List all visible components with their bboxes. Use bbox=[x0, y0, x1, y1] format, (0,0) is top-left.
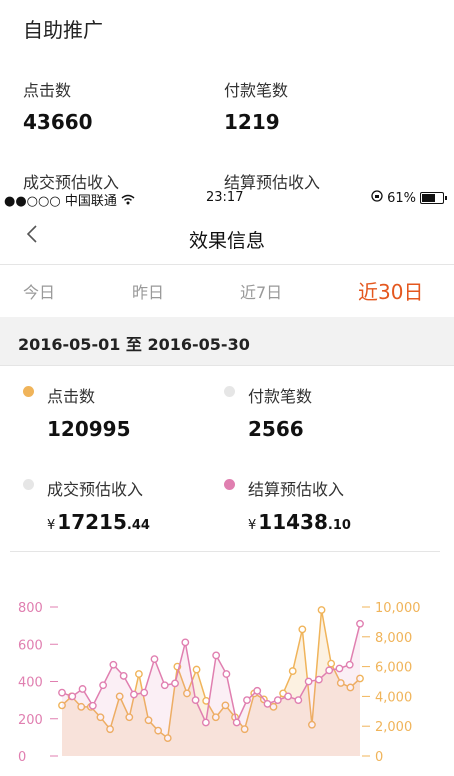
data-point bbox=[58, 688, 66, 697]
tab-yesterday[interactable]: 昨日 bbox=[132, 279, 164, 303]
section-divider bbox=[10, 551, 440, 552]
data-point bbox=[314, 675, 323, 684]
date-range: 2016-05-01 至 2016-05-30 bbox=[18, 335, 250, 354]
data-point bbox=[212, 651, 221, 660]
left-axis-tick-label: 800 bbox=[18, 601, 43, 616]
left-axis-tick-label: 0 bbox=[18, 750, 26, 765]
settle-income-legend-dot bbox=[224, 479, 235, 490]
page-title: 效果信息 bbox=[188, 230, 265, 252]
data-point bbox=[78, 685, 87, 693]
top-clicks-value: 43660 bbox=[23, 110, 93, 134]
battery-icon bbox=[420, 192, 447, 204]
status-bar: ●●○○○ 中国联通 23:17 61% bbox=[0, 188, 454, 210]
wifi-icon bbox=[121, 194, 135, 209]
data-point bbox=[317, 606, 326, 614]
right-axis-tick-label: 6,000 bbox=[375, 661, 412, 676]
date-range-band: 2016-05-01 至 2016-05-30 bbox=[0, 317, 454, 366]
data-point bbox=[222, 670, 231, 678]
data-point bbox=[356, 619, 364, 628]
tab-today[interactable]: 今日 bbox=[23, 279, 55, 303]
left-axis-tick-label: 400 bbox=[18, 676, 43, 691]
right-axis-tick-label: 2,000 bbox=[375, 720, 412, 735]
data-point bbox=[243, 696, 251, 705]
payments-legend-dot bbox=[224, 386, 235, 397]
data-point bbox=[140, 688, 149, 697]
top-payments-label: 付款笔数 bbox=[224, 81, 289, 100]
deal-income-label: 成交预估收入 bbox=[47, 480, 144, 499]
settle-income-label: 结算预估收入 bbox=[248, 480, 345, 499]
left-axis-tick-label: 200 bbox=[18, 713, 43, 728]
data-point bbox=[345, 660, 354, 669]
data-point bbox=[99, 681, 108, 690]
top-clicks-label: 点击数 bbox=[23, 81, 72, 100]
data-point bbox=[191, 696, 200, 705]
data-point bbox=[135, 670, 143, 678]
date-tabs: 今日 昨日 近7日 近30日 bbox=[0, 264, 454, 318]
deal-income-legend-dot bbox=[23, 479, 34, 490]
top-payments-value: 1219 bbox=[224, 110, 280, 134]
data-point bbox=[192, 665, 201, 674]
data-point bbox=[304, 677, 313, 686]
battery-percent: 61% bbox=[387, 190, 416, 206]
status-right: 61% bbox=[371, 190, 447, 206]
data-point bbox=[263, 699, 272, 708]
data-point bbox=[288, 667, 297, 675]
data-point bbox=[171, 679, 179, 688]
top-page-title: 自助推广 bbox=[23, 18, 103, 42]
data-point bbox=[298, 625, 307, 634]
signal-icon: ●●○○○ bbox=[4, 194, 61, 209]
clicks-label: 点击数 bbox=[47, 387, 96, 406]
tab-last-7-days[interactable]: 近7日 bbox=[240, 279, 282, 303]
data-point bbox=[327, 659, 336, 668]
data-point bbox=[273, 696, 282, 705]
payments-label: 付款笔数 bbox=[248, 387, 313, 406]
rotation-lock-icon bbox=[371, 190, 383, 206]
status-left: ●●○○○ 中国联通 bbox=[4, 190, 135, 209]
clicks-legend-dot bbox=[23, 386, 34, 397]
data-point bbox=[68, 692, 77, 701]
tab-last-30-days[interactable]: 近30日 bbox=[358, 276, 423, 305]
data-point bbox=[181, 638, 190, 647]
status-time: 23:17 bbox=[206, 190, 244, 205]
data-point bbox=[201, 718, 210, 727]
data-point bbox=[109, 660, 118, 669]
payments-value: 2566 bbox=[248, 417, 304, 441]
data-point bbox=[253, 686, 262, 695]
data-point bbox=[88, 701, 97, 710]
data-point bbox=[284, 692, 292, 701]
trend-chart: 0 200 400 600 800 0 2,000 4,000 6,000 8,000 10,000 bbox=[18, 601, 421, 765]
settle-income-value: ¥11438.10 bbox=[248, 510, 351, 534]
right-axis-tick-label: 10,000 bbox=[375, 601, 421, 616]
data-point bbox=[294, 696, 303, 705]
data-point bbox=[119, 672, 128, 680]
right-axis-tick-label: 8,000 bbox=[375, 631, 412, 646]
carrier-name: 中国联通 bbox=[64, 194, 117, 209]
data-point bbox=[325, 666, 334, 675]
deal-income-value: ¥17215.44 bbox=[47, 510, 150, 534]
right-axis-tick-label: 0 bbox=[375, 750, 383, 765]
left-axis-tick-label: 600 bbox=[18, 638, 43, 653]
data-point bbox=[130, 690, 138, 699]
data-point bbox=[232, 718, 241, 727]
right-axis-tick-label: 4,000 bbox=[375, 690, 412, 705]
data-point bbox=[160, 681, 169, 690]
data-point bbox=[335, 664, 344, 673]
clicks-value: 120995 bbox=[47, 417, 131, 441]
data-point bbox=[150, 655, 159, 664]
